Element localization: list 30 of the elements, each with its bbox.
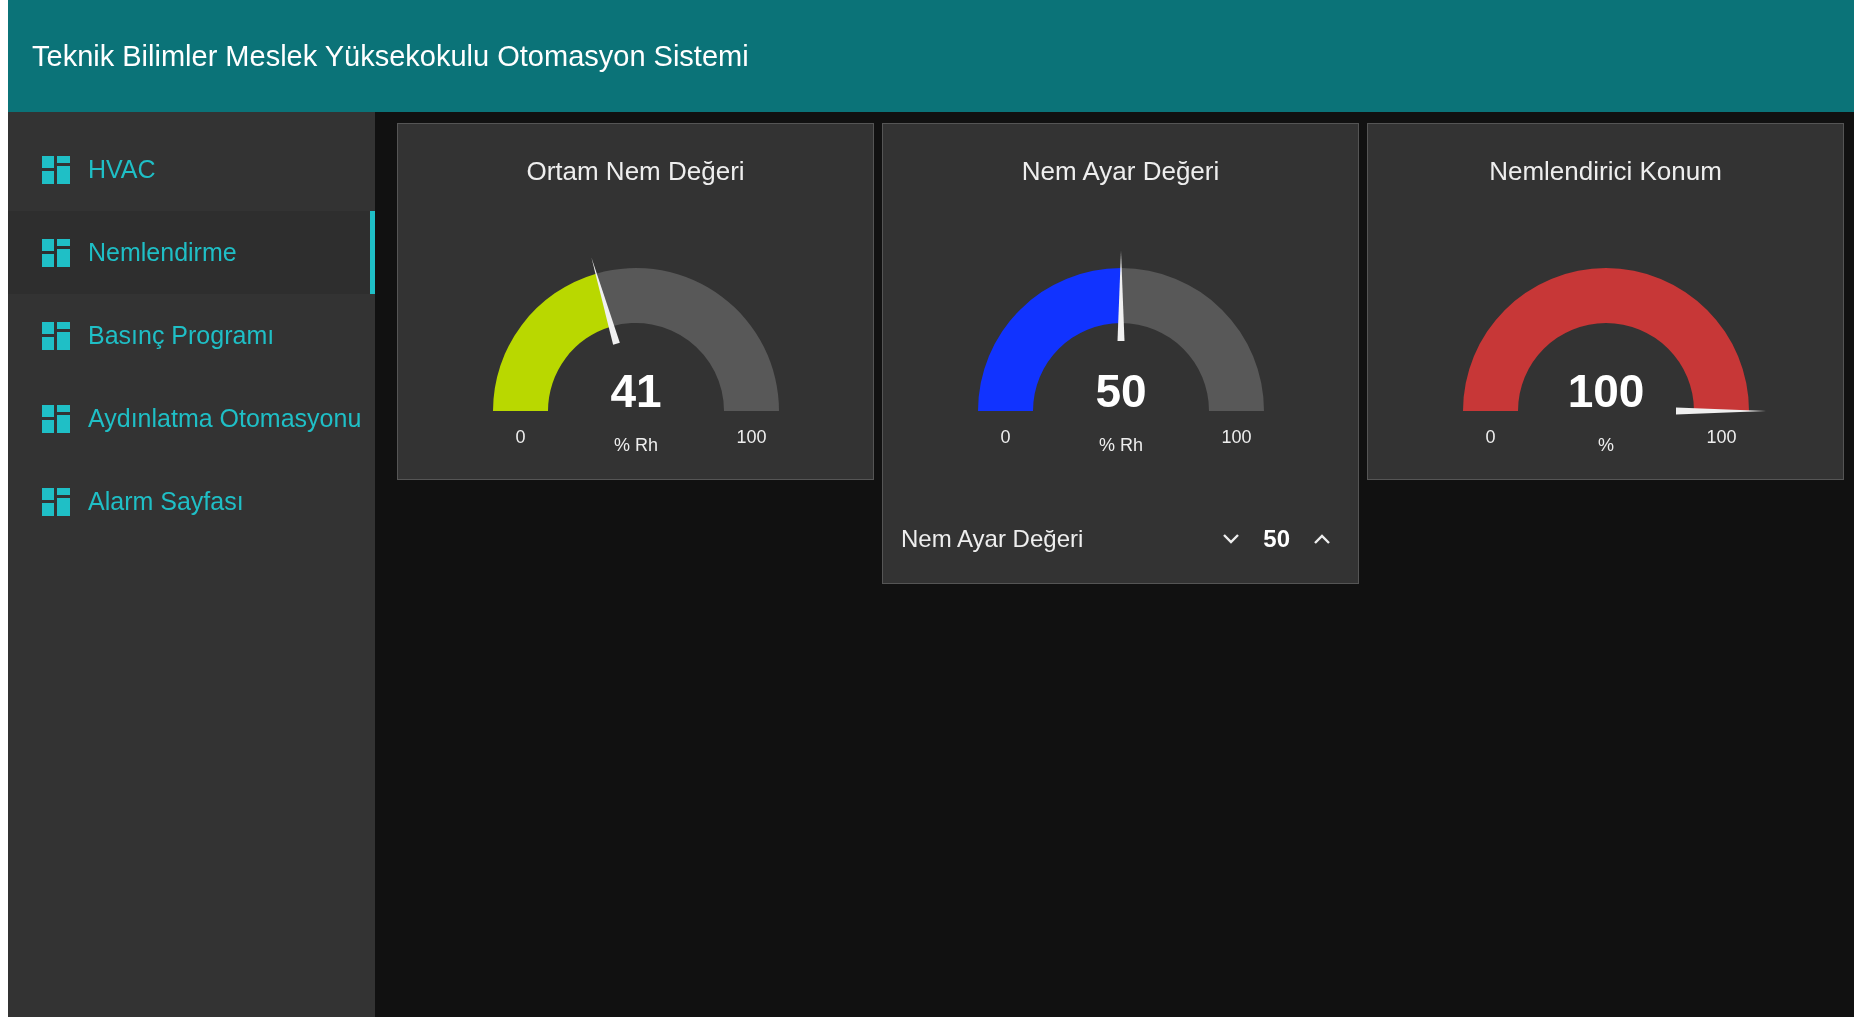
- card-title: Nemlendirici Konum: [1489, 156, 1722, 187]
- sidebar-item[interactable]: Nemlendirme: [8, 211, 375, 294]
- numeric-value: 50: [1262, 525, 1291, 553]
- gauge-min: 0: [515, 427, 525, 447]
- app-title: Teknik Bilimler Meslek Yüksekokulu Otomasyon Sistemi: [32, 39, 749, 73]
- gauge-value: 41: [609, 365, 662, 417]
- chevron-up-icon: [1314, 534, 1330, 544]
- gauge-max: 100: [1221, 427, 1251, 447]
- gauge-max: 100: [736, 427, 766, 447]
- dashboard-icon: [42, 238, 70, 267]
- gauge-max: 100: [1706, 427, 1736, 447]
- sidebar-item[interactable]: HVAC: [8, 128, 375, 211]
- sidebar-item[interactable]: Basınç Programı: [8, 294, 375, 377]
- numeric-label: Nem Ayar Değeri: [901, 525, 1085, 553]
- gauge-unit: % Rh: [1098, 435, 1143, 455]
- dashboard-icon: [42, 487, 70, 516]
- card-title: Ortam Nem Değeri: [526, 156, 745, 187]
- gauge-unit: %: [1597, 435, 1614, 455]
- gauge-unit: % Rh: [613, 435, 658, 455]
- gauge-min: 0: [1000, 427, 1010, 447]
- gauge-value: 100: [1567, 365, 1644, 417]
- sidebar-item[interactable]: Alarm Sayfası: [8, 460, 375, 543]
- dashboard-icon: [42, 155, 70, 184]
- gauge-min: 0: [1485, 427, 1495, 447]
- dashboard-icon: [42, 321, 70, 350]
- dashboard-icon: [42, 404, 70, 433]
- sidebar-item[interactable]: Aydınlatma Otomasyonu: [8, 377, 375, 460]
- gauge-value: 50: [1094, 365, 1147, 417]
- chevron-down-icon: [1223, 534, 1240, 544]
- card-title: Nem Ayar Değeri: [1021, 156, 1220, 187]
